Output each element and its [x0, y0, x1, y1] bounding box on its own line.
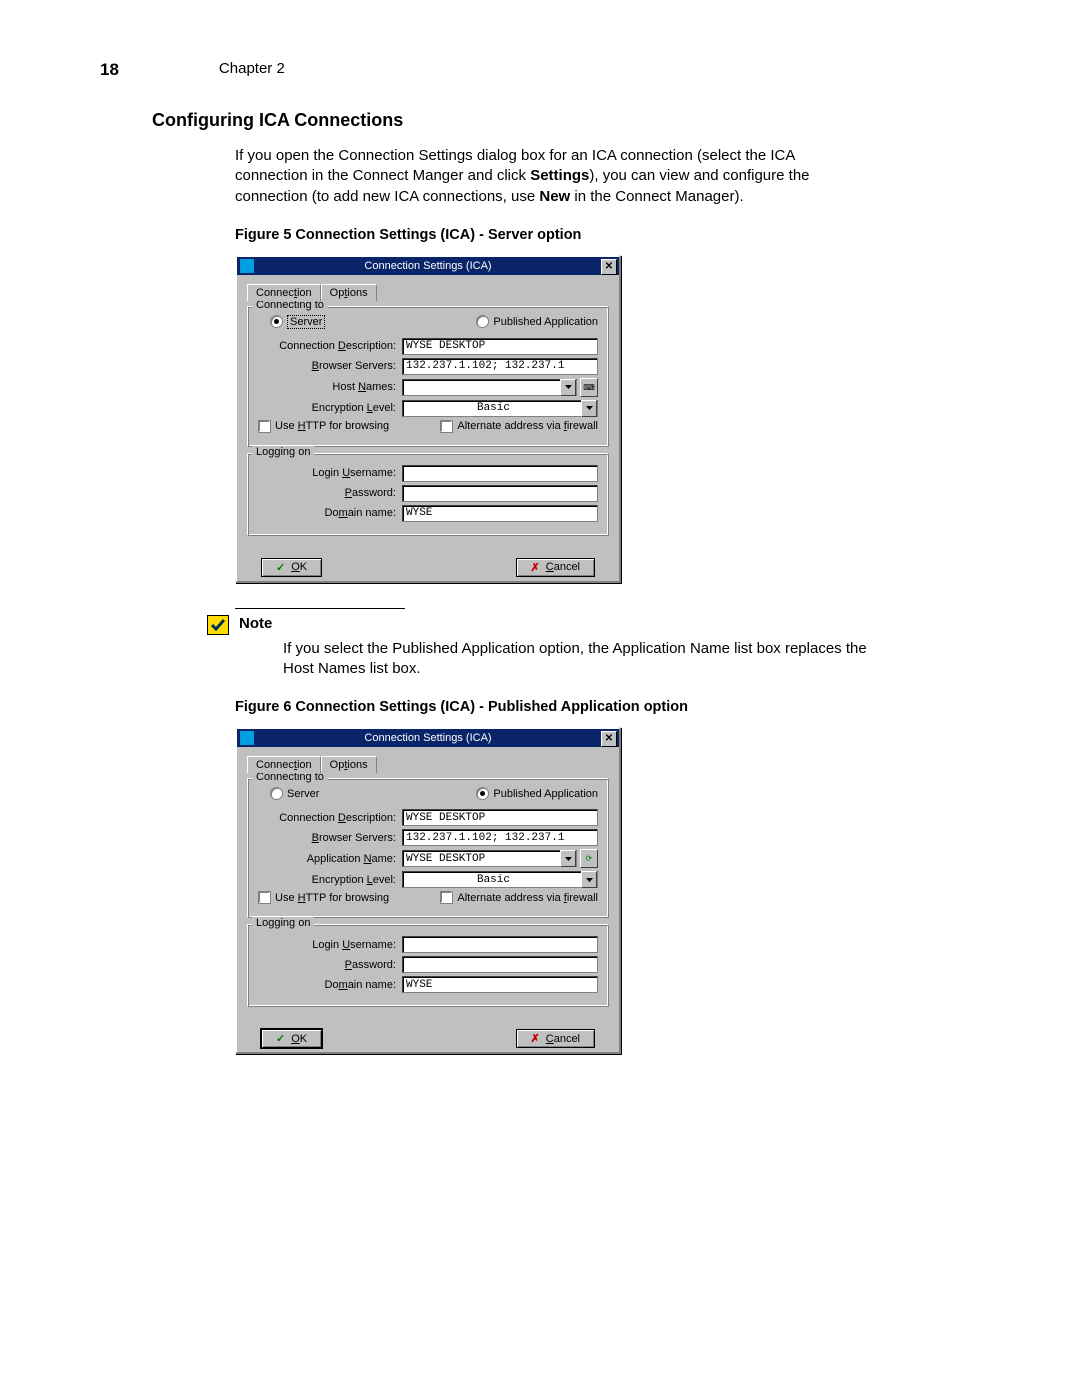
encryption-level-label: Encryption Level: — [258, 874, 402, 886]
password-input[interactable] — [402, 485, 598, 502]
refresh-icon[interactable]: ⟳ — [580, 849, 598, 868]
checkbox-icon — [258, 891, 271, 904]
dialog-title: Connection Settings (ICA) — [364, 260, 491, 272]
checkbox-icon — [440, 891, 453, 904]
page-number: 18 — [100, 60, 119, 80]
chapter-label: Chapter 2 — [219, 60, 285, 80]
login-username-label: Login Username: — [258, 467, 402, 479]
connecting-to-fieldset: Connecting to Server Published Applicati… — [247, 306, 609, 447]
login-username-input[interactable] — [402, 465, 598, 482]
section-title: Configuring ICA Connections — [152, 110, 980, 131]
use-http-checkbox[interactable]: Use HTTP for browsing — [258, 891, 389, 904]
password-label: Password: — [258, 487, 402, 499]
radio-published-application[interactable]: Published Application — [476, 787, 598, 800]
application-name-dropdown[interactable]: WYSE DESKTOP — [402, 850, 577, 867]
host-names-label: Host Names: — [258, 381, 402, 393]
alternate-address-checkbox[interactable]: Alternate address via firewall — [440, 891, 598, 904]
note-block: Note If you select the Published Applica… — [235, 608, 875, 680]
ok-button[interactable]: ✓ OK — [261, 1029, 322, 1048]
chevron-down-icon[interactable] — [581, 871, 597, 888]
app-icon — [240, 259, 254, 273]
figure6-caption: Figure 6 Connection Settings (ICA) - Pub… — [235, 699, 980, 715]
alternate-address-checkbox[interactable]: Alternate address via firewall — [440, 420, 598, 433]
browser-servers-input[interactable]: 132.237.1.102; 132.237.1 — [402, 829, 598, 846]
domain-name-input[interactable]: WYSE — [402, 976, 598, 993]
connection-description-label: Connection Description: — [258, 340, 402, 352]
titlebar: Connection Settings (ICA) ✕ — [237, 257, 619, 275]
host-names-dropdown[interactable] — [402, 379, 577, 396]
cancel-button[interactable]: ✗ Cancel — [516, 558, 595, 577]
radio-icon — [270, 787, 283, 800]
chevron-down-icon[interactable] — [560, 850, 576, 867]
tab-connection[interactable]: Connection — [247, 756, 321, 773]
radio-server[interactable]: Server — [270, 787, 319, 800]
close-icon[interactable]: ✕ — [601, 259, 617, 275]
domain-name-label: Domain name: — [258, 979, 402, 991]
connection-description-input[interactable]: WYSE DESKTOP — [402, 338, 598, 355]
x-icon: ✗ — [531, 1032, 540, 1045]
password-label: Password: — [258, 959, 402, 971]
application-name-label: Application Name: — [258, 853, 402, 865]
check-icon: ✓ — [276, 561, 285, 574]
app-icon — [240, 731, 254, 745]
logging-on-fieldset: Logging on Login Username: Password: Dom… — [247, 924, 609, 1007]
connection-description-input[interactable]: WYSE DESKTOP — [402, 809, 598, 826]
browser-servers-label: Browser Servers: — [258, 360, 402, 372]
connecting-to-fieldset: Connecting to Server Published Applicati… — [247, 778, 609, 918]
tab-connection[interactable]: Connection — [247, 284, 321, 301]
check-icon: ✓ — [276, 1032, 285, 1045]
radio-icon — [476, 315, 489, 328]
logging-on-fieldset: Logging on Login Username: Password: Dom… — [247, 453, 609, 536]
logging-on-legend: Logging on — [252, 446, 314, 458]
note-check-icon — [207, 615, 229, 635]
browser-servers-label: Browser Servers: — [258, 832, 402, 844]
titlebar: Connection Settings (ICA) ✕ — [237, 729, 619, 747]
intro-paragraph: If you open the Connection Settings dial… — [235, 146, 855, 207]
connection-settings-dialog-published: Connection Settings (ICA) ✕ Connection O… — [235, 727, 621, 1054]
checkbox-icon — [258, 420, 271, 433]
chevron-down-icon[interactable] — [560, 379, 576, 396]
tab-options[interactable]: Options — [321, 284, 377, 301]
tab-options[interactable]: Options — [321, 756, 377, 773]
connection-description-label: Connection Description: — [258, 812, 402, 824]
radio-published-application[interactable]: Published Application — [476, 315, 598, 329]
domain-name-label: Domain name: — [258, 507, 402, 519]
note-body: If you select the Published Application … — [283, 639, 875, 680]
radio-icon — [270, 315, 283, 328]
connection-settings-dialog-server: Connection Settings (ICA) ✕ Connection O… — [235, 255, 621, 583]
note-label: Note — [239, 615, 272, 632]
encryption-level-dropdown[interactable]: Basic — [402, 400, 598, 417]
use-http-checkbox[interactable]: Use HTTP for browsing — [258, 420, 389, 433]
ok-button[interactable]: ✓ OK — [261, 558, 322, 577]
encryption-level-label: Encryption Level: — [258, 402, 402, 414]
cancel-button[interactable]: ✗ Cancel — [516, 1029, 595, 1048]
dialog-title: Connection Settings (ICA) — [364, 732, 491, 744]
radio-icon — [476, 787, 489, 800]
logging-on-legend: Logging on — [252, 917, 314, 929]
chevron-down-icon[interactable] — [581, 400, 597, 417]
figure5-caption: Figure 5 Connection Settings (ICA) - Ser… — [235, 227, 980, 243]
x-icon: ✗ — [531, 561, 540, 574]
close-icon[interactable]: ✕ — [601, 731, 617, 747]
keyboard-icon[interactable]: ⌨ — [580, 378, 598, 397]
radio-server[interactable]: Server — [270, 315, 325, 329]
login-username-input[interactable] — [402, 936, 598, 953]
browser-servers-input[interactable]: 132.237.1.102; 132.237.1 — [402, 358, 598, 375]
login-username-label: Login Username: — [258, 939, 402, 951]
encryption-level-dropdown[interactable]: Basic — [402, 871, 598, 888]
domain-name-input[interactable]: WYSE — [402, 505, 598, 522]
checkbox-icon — [440, 420, 453, 433]
password-input[interactable] — [402, 956, 598, 973]
